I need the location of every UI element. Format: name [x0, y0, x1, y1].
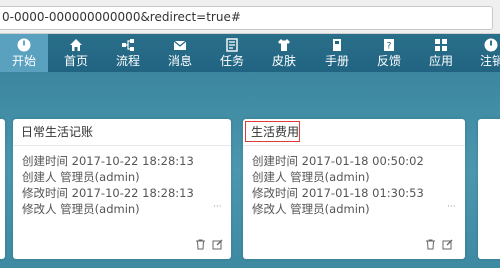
edit-icon[interactable]	[442, 239, 453, 253]
top-nav: 开始 首页 流程 消息 任务 皮肤 手册 ? 反馈 应用 注销	[0, 34, 500, 72]
modified-time: 修改时间 2017-01-18 01:30:53	[252, 186, 424, 200]
nav-label: 皮肤	[271, 54, 296, 68]
url-text: 0-0000-000000000000&redirect=true#	[2, 10, 241, 24]
shirt-icon	[260, 38, 308, 52]
more-button[interactable]: ···	[447, 202, 456, 212]
living-expenses-card[interactable]: 生活费用 创建时间 2017-01-18 00:50:02 创建人 管理员(ad…	[243, 119, 465, 259]
nav-label: 手册	[324, 54, 349, 68]
browser-toolbar: 0-0000-000000000000&redirect=true#	[0, 0, 500, 34]
nav-item-tasks[interactable]: 任务	[208, 34, 256, 72]
apps-icon	[417, 38, 465, 52]
modifier: 修改人 管理员(admin)	[252, 202, 370, 216]
svg-text:?: ?	[387, 42, 392, 52]
nav-label: 任务	[219, 54, 244, 68]
nav-label: 首页	[63, 54, 88, 68]
created-time: 创建时间 2017-10-22 18:28:13	[22, 154, 194, 168]
home-icon	[52, 38, 100, 52]
creator: 创建人 管理员(admin)	[252, 170, 370, 184]
nav-item-logout[interactable]: 注销	[470, 34, 500, 72]
created-time: 创建时间 2017-01-18 00:50:02	[252, 154, 424, 168]
card-title: 日常生活记账	[21, 125, 94, 139]
flow-icon	[104, 38, 152, 52]
delete-icon[interactable]	[425, 239, 436, 253]
nav-label: 反馈	[376, 54, 401, 68]
task-icon	[208, 38, 256, 52]
nav-label: 注销	[480, 54, 500, 68]
card-divider	[13, 145, 231, 146]
nav-item-feedback[interactable]: ? 反馈	[365, 34, 413, 72]
partial-card	[478, 119, 500, 259]
creator: 创建人 管理员(admin)	[22, 170, 140, 184]
power-icon	[0, 38, 48, 52]
nav-item-skin[interactable]: 皮肤	[260, 34, 308, 72]
card-title: 生活费用	[251, 125, 300, 139]
nav-item-manual[interactable]: 手册	[313, 34, 361, 72]
ledger-card[interactable]: 日常生活记账 创建时间 2017-10-22 18:28:13 创建人 管理员(…	[13, 119, 231, 259]
nav-item-flow[interactable]: 流程	[104, 34, 152, 72]
logout-icon	[482, 38, 500, 52]
card-divider	[243, 145, 465, 146]
partial-card	[0, 119, 5, 259]
delete-icon[interactable]	[195, 239, 206, 253]
nav-item-messages[interactable]: 消息	[156, 34, 204, 72]
modifier: 修改人 管理员(admin)	[22, 202, 140, 216]
nav-item-home[interactable]: 首页	[52, 34, 100, 72]
feedback-icon: ?	[365, 38, 413, 52]
nav-item-apps[interactable]: 应用	[417, 34, 465, 72]
nav-label: 开始	[11, 54, 36, 68]
edit-icon[interactable]	[212, 239, 223, 253]
book-icon	[313, 38, 361, 52]
nav-label: 消息	[167, 54, 192, 68]
nav-item-start[interactable]: 开始	[0, 34, 48, 72]
modified-time: 修改时间 2017-10-22 18:28:13	[22, 186, 194, 200]
nav-label: 应用	[428, 54, 453, 68]
mail-icon	[156, 38, 204, 52]
nav-label: 流程	[115, 54, 140, 68]
content-area: 日常生活记账 创建时间 2017-10-22 18:28:13 创建人 管理员(…	[0, 72, 500, 268]
address-bar[interactable]: 0-0000-000000000000&redirect=true#	[0, 6, 493, 30]
more-button[interactable]: ···	[213, 202, 222, 212]
